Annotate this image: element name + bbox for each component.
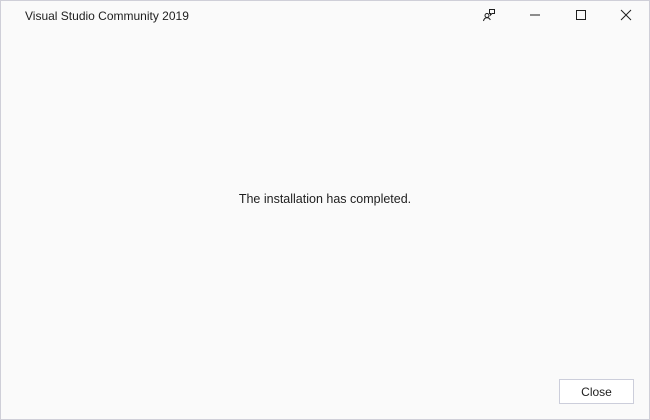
close-window-button[interactable] [603, 1, 649, 33]
minimize-button[interactable] [512, 1, 558, 33]
maximize-icon [575, 8, 587, 26]
window-title: Visual Studio Community 2019 [25, 9, 189, 23]
feedback-button[interactable] [466, 1, 512, 33]
title-bar[interactable]: Visual Studio Community 2019 [1, 1, 649, 33]
close-button[interactable]: Close [559, 379, 634, 404]
minimize-icon [529, 8, 541, 26]
maximize-button[interactable] [558, 1, 604, 33]
feedback-icon [482, 8, 496, 27]
completion-message: The installation has completed. [238, 192, 412, 206]
close-icon [620, 8, 632, 26]
installer-window: Visual Studio Community 2019 The install… [0, 0, 650, 420]
